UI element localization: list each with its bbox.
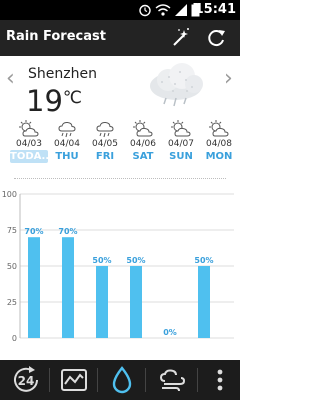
24-hour-icon[interactable]: 24 [10,364,42,396]
day-date: 04/06 [130,139,156,149]
day-label: SUN [169,151,193,162]
bar [28,237,40,338]
y-tick-label: 25 [7,298,17,307]
app-title: Rain Forecast [6,29,106,44]
magic-wand-icon[interactable] [166,24,194,52]
wifi-icon [155,4,171,16]
bar-value-label: 0% [163,328,177,337]
temperature-unit: ℃ [62,88,82,108]
refresh-icon[interactable] [202,24,230,52]
bar [198,266,210,338]
city-name: Shenzhen [28,66,97,82]
day-item[interactable]: 04/03 TODA.. [10,120,50,163]
day-item[interactable]: 04/05 FRI [86,120,124,163]
rain-drop-icon[interactable] [106,364,138,396]
day-label: FRI [95,151,115,162]
nav-separator [197,368,198,392]
temperature-value: 19 [26,84,63,118]
rain-cloud-icon [96,121,114,138]
day-strip: 04/03 TODA.. 04/04 THU 04/05 FRI 04/06 S… [10,120,238,172]
sun-cloud-icon [209,120,229,137]
bar-value-label: 70% [58,227,77,236]
next-city-arrow[interactable]: › [224,66,233,91]
nav-separator [145,368,146,392]
sun-cloud-icon [133,120,153,137]
signal-icon [175,4,187,16]
bar-value-label: 50% [126,256,145,265]
app-bar: Rain Forecast [0,20,240,56]
y-tick-label: 100 [2,190,17,199]
rain-cloud-icon [58,121,76,138]
bottom-nav: 24 [0,360,240,400]
bar-value-label: 70% [24,227,43,236]
day-date: 04/08 [206,139,232,149]
sun-cloud-icon [171,120,191,137]
more-vertical-icon[interactable] [204,364,236,396]
day-item[interactable]: 04/04 THU [48,120,86,163]
24-hour-label: 24 [18,374,35,388]
status-bar: 15:41 [0,0,240,20]
bar [130,266,142,338]
sun-cloud-icon [19,120,39,137]
y-tick-label: 0 [12,334,17,343]
day-label: MON [205,151,233,162]
day-date: 04/04 [54,139,80,149]
day-item[interactable]: 04/07 SUN [162,120,200,163]
cloud-rain-icon [150,63,203,107]
previous-city-arrow[interactable]: ‹ [6,66,15,91]
wind-cloud-icon[interactable] [156,364,188,396]
day-label: SAT [132,151,154,162]
day-date: 04/05 [92,139,118,149]
trend-chart-icon[interactable] [58,364,90,396]
y-tick-label: 50 [7,262,17,271]
nav-separator [49,368,50,392]
y-tick-label: 75 [7,226,17,235]
nav-separator [97,368,98,392]
bar-value-label: 50% [194,256,213,265]
bar [96,266,108,338]
bar-value-label: 50% [92,256,111,265]
day-date: 04/07 [168,139,194,149]
current-temperature: 19℃ [26,84,82,118]
day-label: TODA.. [10,150,50,163]
rain-probability-chart: 0 25 50 75 100 70% 70% 50% 50% 0% 50% [2,190,234,343]
day-label: THU [55,151,79,162]
day-date: 04/03 [16,139,42,149]
day-item[interactable]: 04/06 SAT [124,120,162,163]
alarm-icon [139,4,151,17]
day-item[interactable]: 04/08 MON [200,120,238,163]
divider [14,178,226,179]
status-time: 15:41 [194,2,236,17]
bar [62,237,74,338]
